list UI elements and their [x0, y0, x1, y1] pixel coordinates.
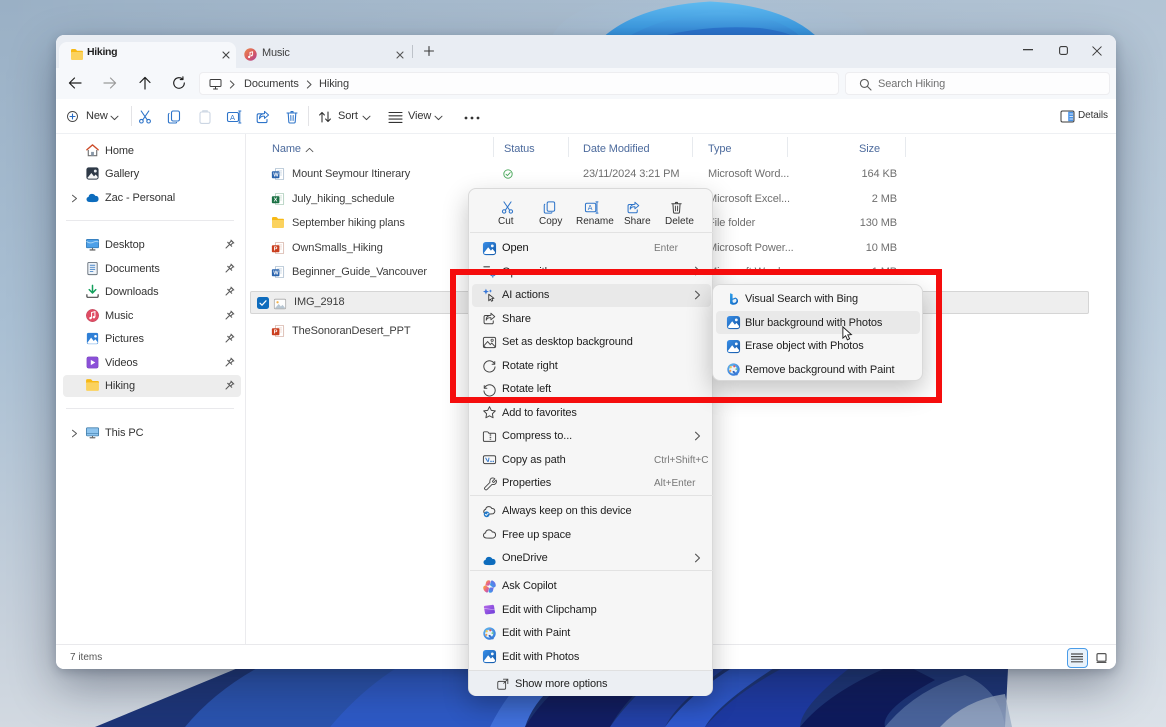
svg-text:W: W: [273, 271, 279, 277]
svg-text:A: A: [588, 205, 593, 212]
svg-text:A: A: [230, 113, 235, 122]
svg-text:P: P: [274, 330, 278, 336]
svg-text:X: X: [274, 197, 278, 203]
svg-text:P: P: [274, 246, 278, 252]
svg-text:W: W: [273, 173, 279, 179]
